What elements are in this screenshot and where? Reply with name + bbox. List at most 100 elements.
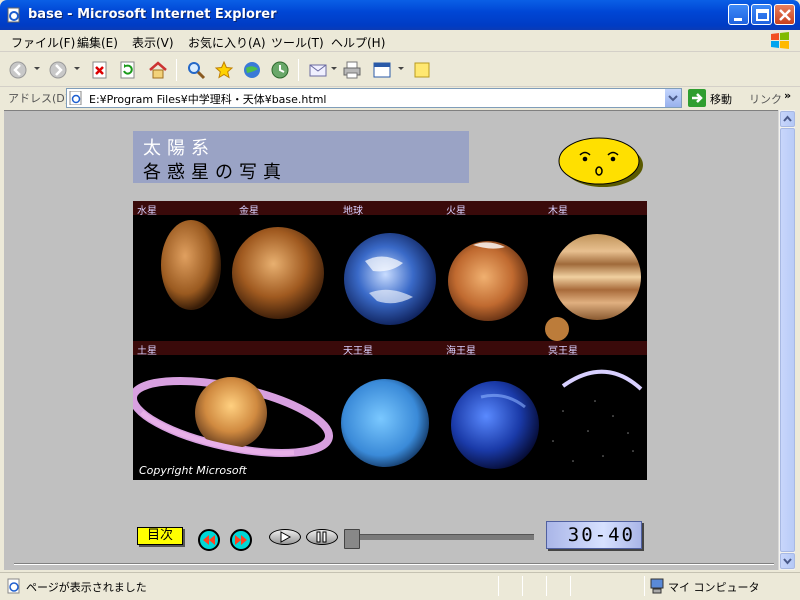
scroll-down-button[interactable]	[780, 553, 795, 569]
search-icon[interactable]	[186, 60, 206, 80]
my-computer-icon	[650, 578, 664, 594]
menu-edit[interactable]: 編集(E)	[77, 34, 118, 51]
page-title: 太陽系	[143, 138, 215, 159]
planet-label-neptune: 海王星	[446, 346, 476, 357]
page-title-panel: 太陽系 各惑星の写真	[133, 131, 469, 183]
planet-label-saturn: 土星	[137, 346, 157, 357]
pause-icon	[316, 531, 327, 543]
ie-page-icon	[69, 91, 82, 105]
toolbar-separator	[176, 59, 177, 81]
stop-icon[interactable]	[90, 60, 110, 80]
rewind-button[interactable]	[198, 529, 220, 551]
edit-icon[interactable]	[372, 60, 392, 80]
uranus-photo	[341, 379, 429, 467]
links-label[interactable]: リンク	[749, 91, 782, 107]
planet-label-strip	[133, 201, 647, 215]
back-icon[interactable]	[8, 60, 28, 80]
title-bar: base - Microsoft Internet Explorer	[0, 0, 800, 30]
menu-help[interactable]: ヘルプ(H)	[331, 34, 385, 51]
window-title: base - Microsoft Internet Explorer	[28, 7, 277, 22]
pluto-photo	[561, 369, 643, 391]
go-button[interactable]	[688, 89, 706, 107]
windows-logo-icon	[771, 32, 789, 49]
history-icon[interactable]	[270, 60, 290, 80]
minimize-button[interactable]	[728, 4, 749, 25]
home-icon[interactable]	[148, 60, 168, 80]
ie-page-icon	[7, 578, 20, 594]
address-dropdown-button[interactable]	[664, 89, 681, 107]
minimize-icon	[734, 18, 742, 21]
chevron-down-icon	[783, 558, 792, 565]
status-bar: ページが表示されました マイ コンピュータ	[0, 572, 800, 600]
status-divider	[546, 576, 547, 596]
go-label[interactable]: 移動	[710, 91, 732, 107]
go-arrow-icon	[692, 93, 703, 103]
contents-button[interactable]: 目次	[137, 527, 183, 545]
menu-file[interactable]: ファイル(F)	[11, 34, 75, 51]
planet-label-mars: 火星	[446, 206, 466, 217]
toolbar	[0, 52, 800, 87]
forward-dropdown-icon[interactable]	[74, 67, 80, 70]
scroll-thumb[interactable]	[780, 128, 795, 552]
planet-photo-panel: 水星 金星 地球 火星 木星 土星 天王星 海王星 冥王星 Copyright …	[133, 201, 647, 480]
note-icon[interactable]	[412, 60, 432, 80]
jupiter-photo	[553, 234, 641, 320]
status-divider	[522, 576, 523, 596]
saturn-photo	[195, 377, 267, 449]
mail-dropdown-icon[interactable]	[331, 67, 337, 70]
playback-slider-thumb[interactable]	[344, 529, 360, 549]
address-value: E:¥Program Files¥中学理科・天体¥base.html	[89, 93, 327, 106]
mail-icon[interactable]	[308, 60, 328, 80]
copyright-text: Copyright Microsoft	[139, 464, 247, 477]
fast-forward-icon	[235, 535, 247, 545]
close-icon	[779, 9, 791, 21]
favorites-star-icon[interactable]	[214, 60, 234, 80]
print-icon[interactable]	[342, 60, 362, 80]
play-icon	[280, 531, 292, 543]
venus-photo	[232, 227, 324, 319]
menu-tools[interactable]: ツール(T)	[271, 34, 324, 51]
media-icon[interactable]	[242, 60, 262, 80]
planet-label-earth: 地球	[343, 206, 363, 217]
maximize-icon	[756, 9, 769, 21]
planet-label-pluto: 冥王星	[548, 346, 578, 357]
playback-slider-track[interactable]	[348, 534, 534, 540]
status-text: ページが表示されました	[26, 581, 147, 594]
address-bar: アドレス(D) E:¥Program Files¥中学理科・天体¥base.ht…	[0, 87, 800, 109]
page-content: 太陽系 各惑星の写真 水星 金星 地球 火星 木星 土星 天王星 海王星 冥王星…	[4, 110, 778, 570]
toolbar-separator	[298, 59, 299, 81]
menu-favorites[interactable]: お気に入り(A)	[188, 34, 266, 51]
mascot-face-icon	[558, 137, 643, 187]
play-button[interactable]	[269, 529, 301, 545]
forward-icon[interactable]	[48, 60, 68, 80]
status-divider	[644, 576, 645, 596]
security-zone: マイ コンピュータ	[668, 581, 760, 594]
maximize-button[interactable]	[751, 4, 772, 25]
menu-bar: ファイル(F) 編集(E) 表示(V) お気に入り(A) ツール(T) ヘルプ(…	[0, 30, 800, 52]
links-chevron-icon[interactable]: »	[784, 89, 791, 102]
planet-label-uranus: 天王星	[343, 346, 373, 357]
status-divider	[498, 576, 499, 596]
status-divider	[570, 576, 571, 596]
address-label: アドレス(D)	[8, 92, 70, 105]
close-button[interactable]	[774, 4, 795, 25]
back-dropdown-icon[interactable]	[34, 67, 40, 70]
menu-view[interactable]: 表示(V)	[132, 34, 174, 51]
fast-forward-button[interactable]	[230, 529, 252, 551]
ie-page-icon	[7, 7, 20, 23]
refresh-icon[interactable]	[118, 60, 138, 80]
scroll-up-button[interactable]	[780, 111, 795, 127]
page-divider	[14, 563, 774, 565]
earth-photo	[344, 233, 436, 325]
chevron-up-icon	[783, 115, 792, 122]
address-input[interactable]: E:¥Program Files¥中学理科・天体¥base.html	[66, 88, 682, 108]
frame-counter: 30-40	[546, 521, 642, 549]
pause-button[interactable]	[306, 529, 338, 545]
planet-label-jupiter: 木星	[548, 206, 568, 217]
edit-dropdown-icon[interactable]	[398, 67, 404, 70]
vertical-scrollbar[interactable]	[778, 110, 795, 570]
mercury-photo	[161, 220, 221, 310]
rewind-icon	[203, 535, 215, 545]
planet-label-mercury: 水星	[137, 206, 157, 217]
planet-label-venus: 金星	[239, 206, 259, 217]
